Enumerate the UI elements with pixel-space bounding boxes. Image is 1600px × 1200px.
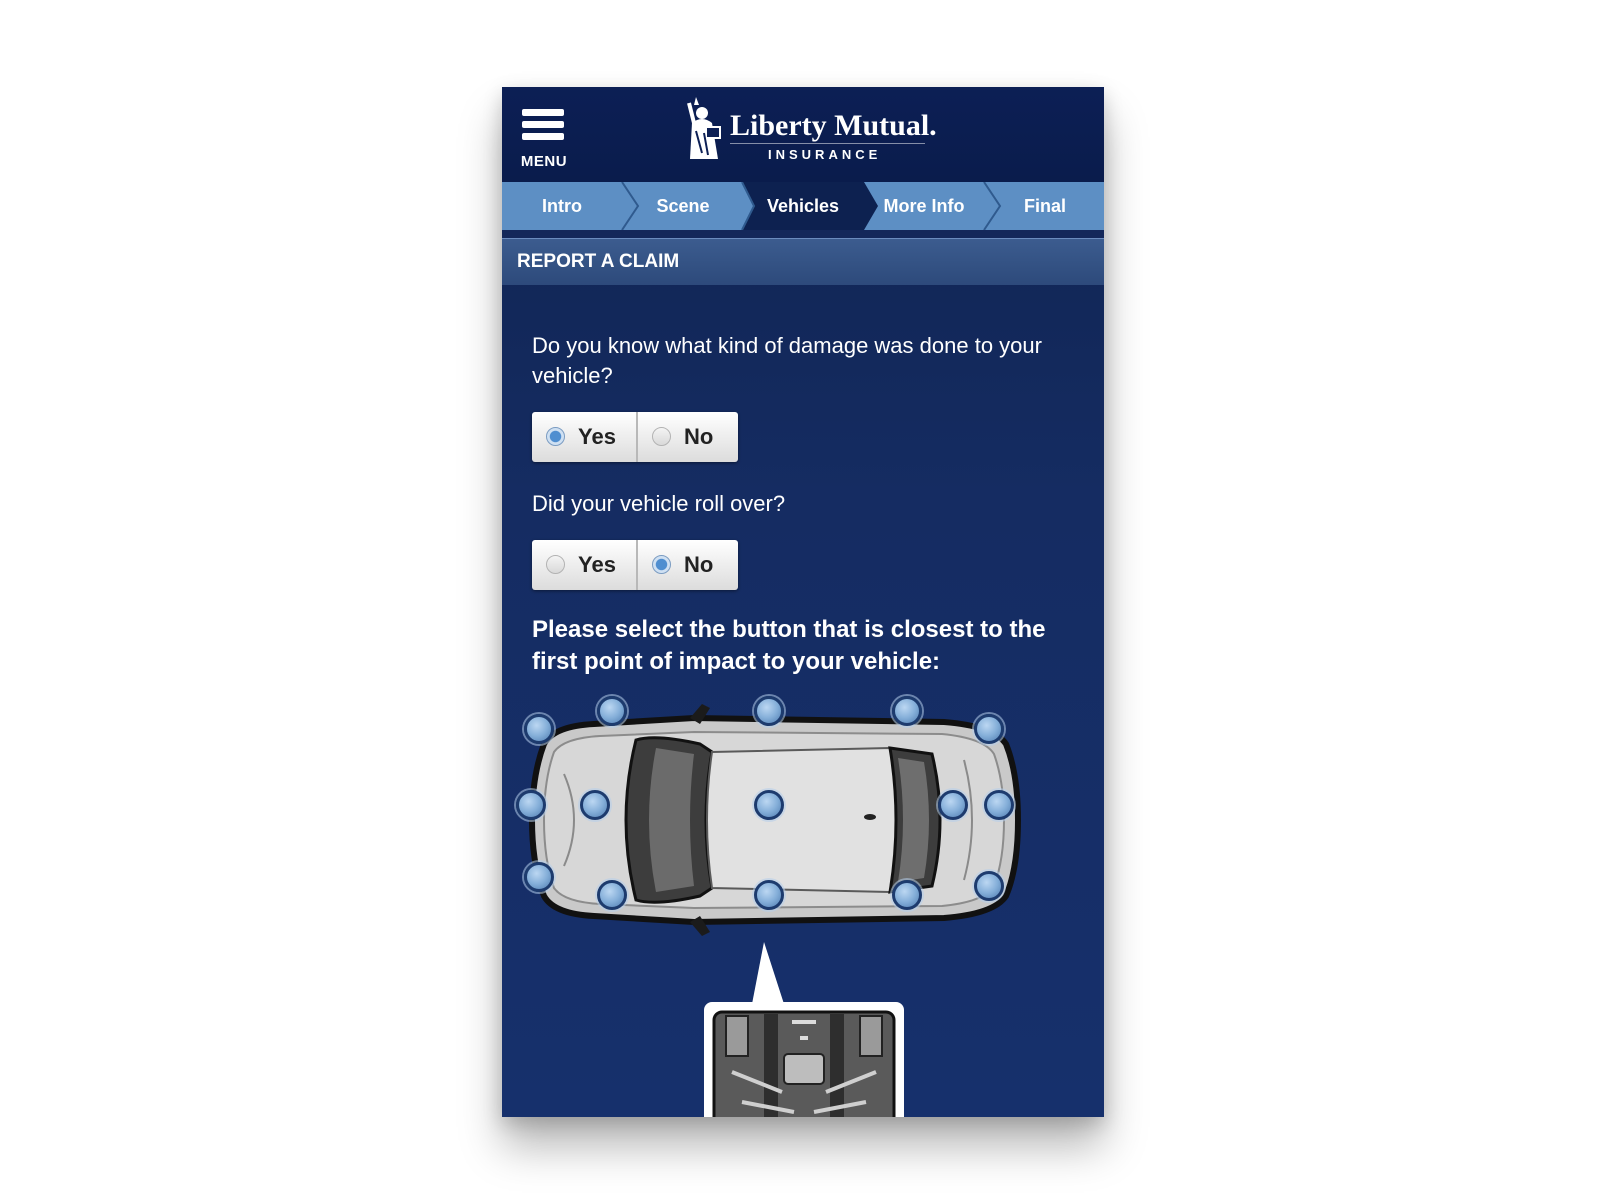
option-label: Yes <box>578 552 616 577</box>
impact-instruction: Please select the button that is closest… <box>532 616 1046 675</box>
roll-over-toggle: Yes No <box>532 540 738 590</box>
vehicle-diagram <box>516 696 1036 944</box>
damage-known-no-option[interactable]: No <box>636 412 738 462</box>
impact-point-icon[interactable] <box>524 862 554 892</box>
logo-divider <box>730 143 925 144</box>
page-title-bar: REPORT A CLAIM <box>502 238 1104 285</box>
vehicle-underside-button[interactable] <box>702 942 906 1117</box>
header-divider <box>502 230 1104 238</box>
option-label: No <box>684 424 714 449</box>
impact-point-icon[interactable] <box>938 790 968 820</box>
roll-over-no-option[interactable]: No <box>636 540 738 590</box>
step-progress-bar: Intro Scene Vehicles More Info Final <box>502 182 1104 230</box>
menu-icon <box>522 109 564 116</box>
menu-icon-bar <box>522 133 564 140</box>
impact-point-icon[interactable] <box>516 790 546 820</box>
radio-selected[interactable] <box>546 427 565 446</box>
app-screen: MENU Liberty Mutual. INSURANCE Intro Sce… <box>502 87 1104 1117</box>
question-roll-over: Did your vehicle roll over? <box>532 491 786 516</box>
radio-unselected[interactable] <box>546 555 565 574</box>
menu-label: MENU <box>520 153 568 170</box>
impact-point-icon[interactable] <box>754 696 784 726</box>
impact-point-icon[interactable] <box>754 880 784 910</box>
impact-point-icon[interactable] <box>984 790 1014 820</box>
impact-point-icon[interactable] <box>597 696 627 726</box>
menu-icon-bar <box>522 121 564 128</box>
step-separators <box>621 182 1002 230</box>
impact-point-icon[interactable] <box>892 880 922 910</box>
impact-point-icon[interactable] <box>580 790 610 820</box>
option-label: No <box>684 552 714 577</box>
logo-wordmark: Liberty Mutual. <box>730 109 937 142</box>
impact-point-icon[interactable] <box>892 696 922 726</box>
car-top-view <box>528 704 1022 936</box>
question-damage-known: Do you know what kind of damage was done… <box>532 333 1042 388</box>
radio-unselected[interactable] <box>652 427 671 446</box>
vehicle-underside-image <box>704 942 904 1117</box>
damage-known-toggle: Yes No <box>532 412 738 462</box>
statue-of-liberty-logo <box>687 97 721 159</box>
app-header: MENU Liberty Mutual. INSURANCE <box>502 87 1104 182</box>
page-title: REPORT A CLAIM <box>517 251 680 272</box>
menu-button[interactable]: MENU <box>516 109 572 170</box>
impact-point-icon[interactable] <box>597 880 627 910</box>
roll-over-yes-option[interactable]: Yes <box>532 540 634 590</box>
damage-known-yes-option[interactable]: Yes <box>532 412 634 462</box>
impact-point-icon[interactable] <box>974 871 1004 901</box>
impact-point-icon[interactable] <box>754 790 784 820</box>
radio-selected[interactable] <box>652 555 671 574</box>
option-label: Yes <box>578 424 616 449</box>
impact-point-icon[interactable] <box>524 714 554 744</box>
liberty-mutual-logo[interactable]: Liberty Mutual. INSURANCE <box>680 97 937 169</box>
logo-subtitle: INSURANCE <box>768 147 882 162</box>
impact-point-icon[interactable] <box>974 714 1004 744</box>
